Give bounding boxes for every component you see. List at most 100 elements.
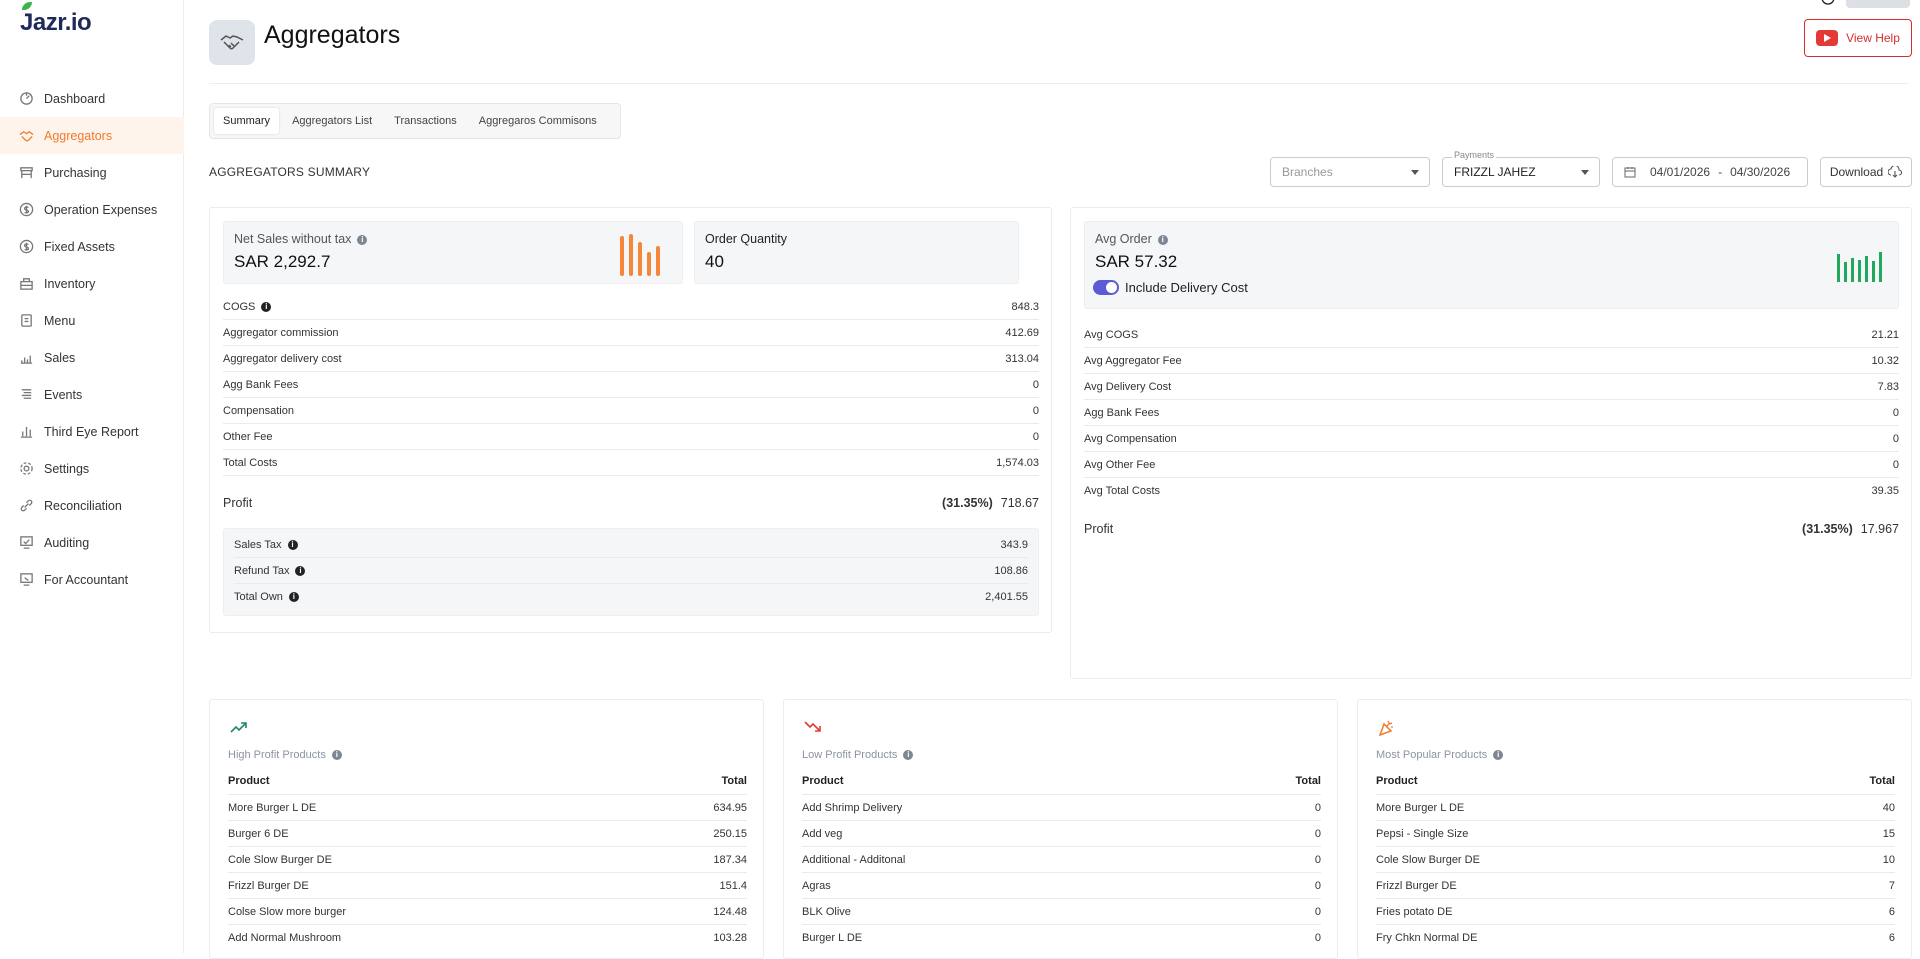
tax-label: Total Own i (234, 591, 299, 603)
branches-select[interactable]: Branches (1270, 157, 1430, 187)
accountant-icon (18, 572, 34, 588)
sidebar-item-label: Settings (44, 461, 90, 476)
cost-row: Compensation 0 (223, 398, 1039, 424)
sidebar-item-fixed-assets[interactable]: Fixed Assets (0, 228, 184, 265)
table-row: BLK Olive 0 (802, 898, 1321, 924)
info-icon[interactable]: i (288, 592, 299, 603)
avg-cost-value: 21.21 (1871, 328, 1899, 341)
sidebar-item-dashboard[interactable]: Dashboard (0, 80, 184, 117)
date-range-picker[interactable]: 04/01/2026 - 04/30/2026 (1612, 157, 1808, 187)
youtube-icon (1816, 30, 1839, 46)
table-row: Cole Slow Burger DE 187.34 (228, 846, 747, 872)
product-col-header: Product (1376, 775, 1418, 787)
avg-cost-row: Avg COGS 21.21 (1084, 322, 1899, 348)
info-icon[interactable]: i (1493, 750, 1504, 761)
info-icon[interactable]: i (1157, 234, 1168, 245)
sidebar-item-for-accountant[interactable]: For Accountant (0, 561, 184, 598)
avg-cost-value: 10.32 (1871, 354, 1899, 367)
sidebar-item-operation-expenses[interactable]: Operation Expenses (0, 191, 184, 228)
avg-cost-label: Avg Compensation (1084, 432, 1177, 445)
table-row: More Burger L DE 634.95 (228, 794, 747, 820)
net-sales-label: Net Sales without tax i (234, 232, 368, 246)
info-icon[interactable]: i (261, 301, 272, 312)
sidebar-item-label: Aggregators (44, 128, 113, 143)
product-total: 0 (1314, 801, 1321, 814)
menu-icon (18, 313, 34, 329)
sidebar-item-aggregators[interactable]: Aggregators (0, 117, 184, 154)
sidebar-item-settings[interactable]: Settings (0, 450, 184, 487)
info-icon[interactable]: i (287, 539, 298, 550)
sidebar-item-reconciliation[interactable]: Reconciliation (0, 487, 184, 524)
avg-cost-value: 39.35 (1871, 485, 1899, 497)
sidebar-item-label: Purchasing (44, 165, 107, 180)
sidebar-item-sales[interactable]: Sales (0, 339, 184, 376)
sidebar-item-inventory[interactable]: Inventory (0, 265, 184, 302)
sidebar-item-menu[interactable]: Menu (0, 302, 184, 339)
product-card-most-popular-products: Most Popular Products i Product Total More B… (1357, 699, 1912, 959)
tab-transactions[interactable]: Transactions (385, 108, 466, 134)
report-icon (18, 424, 34, 440)
sidebar-item-label: Sales (44, 350, 76, 365)
avg-profit-row: Profit (31.35%) 17.967 (1084, 516, 1899, 542)
table-row: Frizzl Burger DE 151.4 (228, 872, 747, 898)
table-row: Colse Slow more burger 124.48 (228, 898, 747, 924)
profit-row: Profit (31.35%) 718.67 (223, 490, 1039, 516)
tax-label: Refund Tax i (234, 565, 306, 577)
link-icon (18, 498, 34, 514)
gear-icon (18, 461, 34, 477)
cost-label: COGS i (223, 301, 272, 313)
logo[interactable]: Jazr.io (20, 2, 92, 40)
avg-cost-label: Avg Other Fee (1084, 458, 1156, 471)
dashboard-icon (18, 91, 34, 107)
tab-aggregators-commissions[interactable]: Aggregaros Commisons (470, 108, 606, 134)
info-icon[interactable]: i (331, 750, 342, 761)
page-title: Aggregators (264, 21, 401, 49)
product-total: 634.95 (713, 801, 747, 814)
product-name: Add Shrimp Delivery (802, 801, 903, 814)
product-card-title: High Profit Products i (228, 749, 342, 761)
download-button[interactable]: Download (1820, 157, 1912, 187)
avg-cost-row: Avg Other Fee 0 (1084, 452, 1899, 478)
dollar-icon (18, 202, 34, 218)
product-name: Fries potato DE (1376, 905, 1453, 918)
avg-cost-row: Agg Bank Fees 0 (1084, 400, 1899, 426)
sidebar-item-label: Menu (44, 313, 76, 328)
cost-label: Agg Bank Fees (223, 378, 299, 391)
sidebar-item-purchasing[interactable]: Purchasing (0, 154, 184, 191)
tab-aggregators-list[interactable]: Aggregators List (283, 108, 381, 134)
cost-value: 0 (1032, 404, 1039, 417)
sidebar-item-label: Auditing (44, 535, 90, 550)
sidebar-item-label: Third Eye Report (44, 424, 139, 439)
info-icon[interactable]: i (903, 750, 914, 761)
summary-card-left: Net Sales without tax i SAR 2,292.7 Order… (209, 207, 1052, 633)
sidebar: Jazr.io Dashboard Aggregators Purchasing Op… (0, 0, 184, 953)
download-label: Download (1829, 165, 1884, 179)
sidebar-item-events[interactable]: Events (0, 376, 184, 413)
user-badge[interactable] (1846, 0, 1910, 8)
product-total: 187.34 (713, 853, 747, 866)
cost-value: 1,574.03 (996, 456, 1039, 469)
payments-select[interactable]: Payments FRIZZL JAHEZ (1442, 150, 1600, 187)
product-total: 0 (1314, 905, 1321, 918)
info-icon[interactable]: i (295, 565, 306, 576)
cost-label: Other Fee (223, 430, 273, 443)
sidebar-item-auditing[interactable]: Auditing (0, 524, 184, 561)
globe-icon[interactable] (1820, 0, 1836, 8)
order-qty-value: 40 (705, 252, 724, 271)
table-row: Add Normal Mushroom 103.28 (228, 924, 747, 950)
product-total: 103.28 (713, 931, 747, 944)
tab-summary[interactable]: Summary (214, 108, 280, 134)
dollar-icon (18, 239, 34, 255)
sidebar-item-third-eye-report[interactable]: Third Eye Report (0, 413, 184, 450)
avg-cost-row: Avg Compensation 0 (1084, 426, 1899, 452)
view-help-button[interactable]: View Help (1804, 19, 1912, 57)
product-total: 40 (1882, 801, 1895, 814)
table-row: Fry Chkn Normal DE 6 (1376, 924, 1895, 950)
product-name: Burger 6 DE (228, 827, 289, 840)
product-total: 151.4 (719, 879, 747, 892)
info-icon[interactable]: i (357, 234, 368, 245)
include-delivery-toggle[interactable] (1093, 280, 1119, 295)
total-col-header: Total (721, 775, 747, 787)
product-name: More Burger L DE (228, 801, 317, 814)
cost-row: Agg Bank Fees 0 (223, 372, 1039, 398)
